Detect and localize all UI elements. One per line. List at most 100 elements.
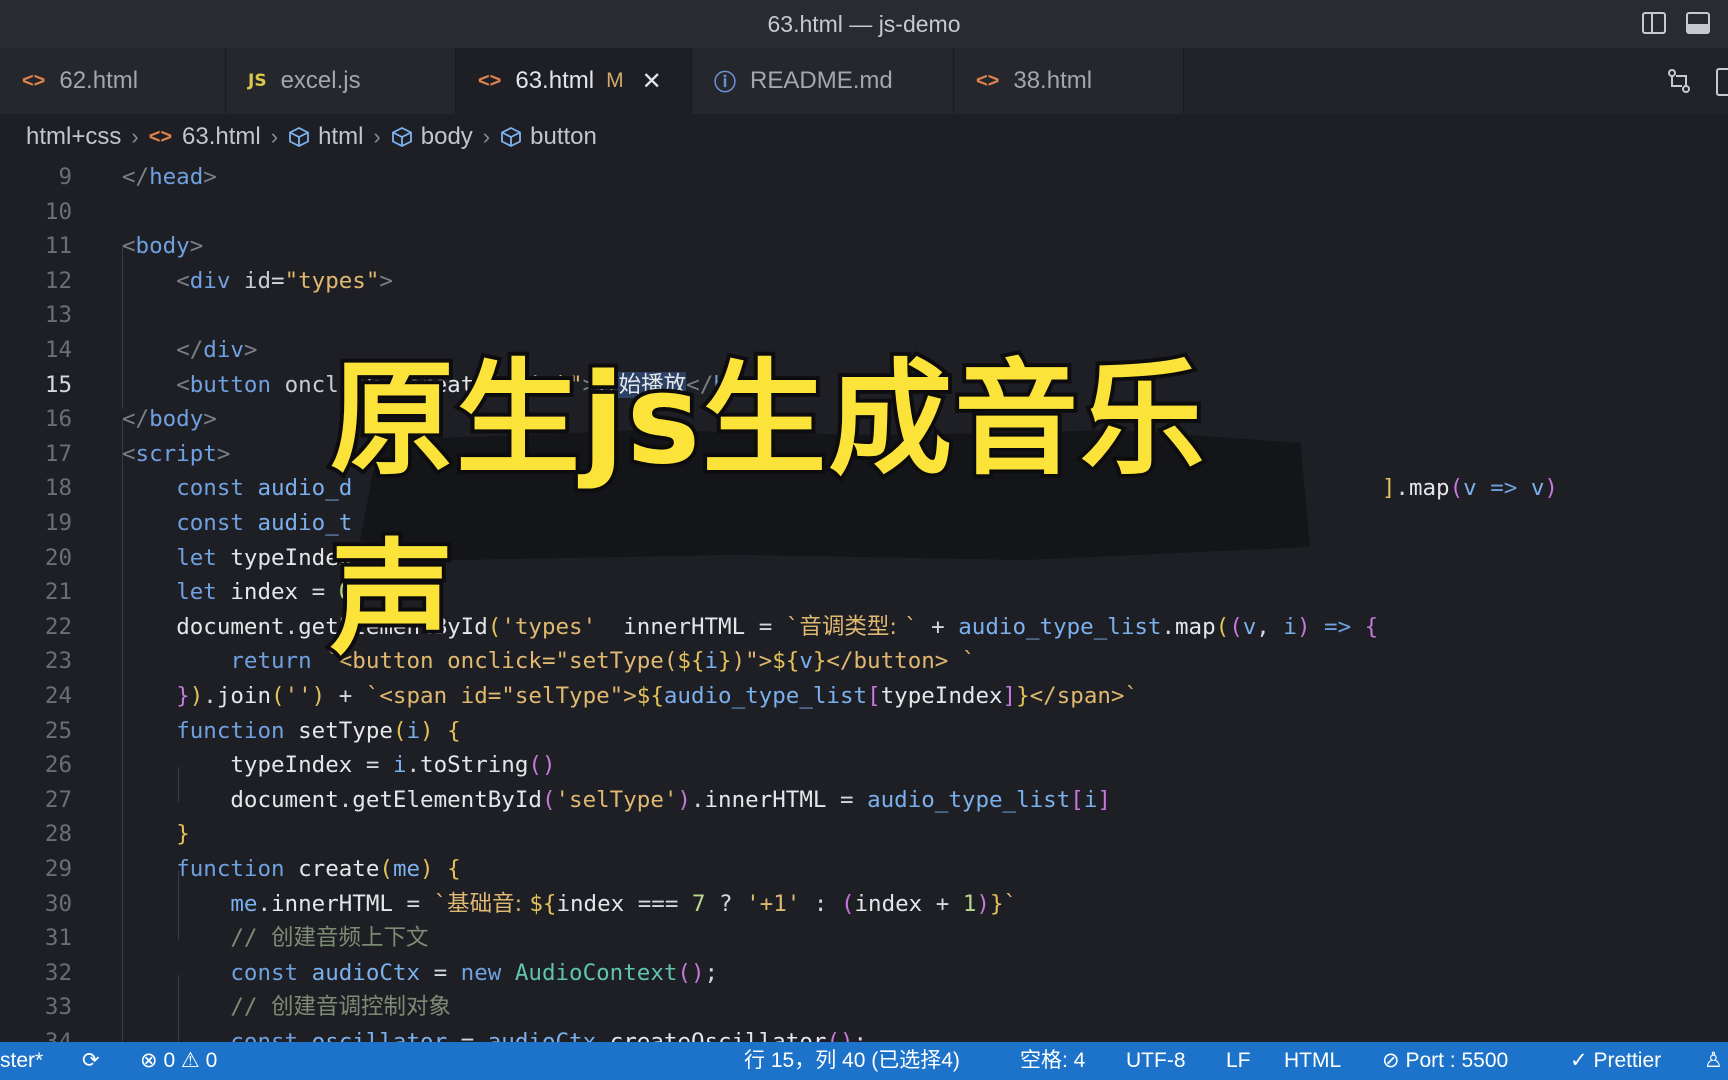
breadcrumb-html-label: html	[318, 123, 364, 150]
code-line: 11 <body>	[0, 229, 1728, 264]
error-count: 0	[163, 1049, 176, 1072]
status-formatter[interactable]: ✓ Prettier	[1570, 1042, 1661, 1080]
code-line: 32 const audioCtx = new AudioContext();	[0, 956, 1728, 991]
code-line: 33 // 创建音调控制对象	[0, 990, 1728, 1025]
code-line: 28 }	[0, 817, 1728, 852]
line-number: 22	[44, 613, 72, 640]
breadcrumb-button[interactable]: button	[500, 123, 597, 151]
line-number: 30	[44, 890, 72, 917]
element-cube-icon	[289, 126, 309, 148]
line-number: 14	[44, 337, 72, 363]
breadcrumb-file[interactable]: <> 63.html	[149, 123, 261, 151]
tab-label: 62.html	[59, 67, 139, 94]
line-number: 25	[44, 717, 72, 744]
code-line: 34 const oscillator = audioCtx.createOsc…	[0, 1025, 1728, 1042]
line-number: 32	[44, 959, 72, 986]
line-number: 21	[44, 579, 72, 606]
check-double-icon: ✓	[1570, 1049, 1588, 1072]
breadcrumb-file-label: 63.html	[182, 123, 261, 150]
status-eol[interactable]: LF	[1226, 1042, 1251, 1080]
status-encoding[interactable]: UTF-8	[1126, 1042, 1186, 1080]
line-number: 28	[44, 821, 72, 848]
breadcrumb-body-label: body	[420, 123, 473, 150]
breadcrumb-button-label: button	[530, 123, 597, 150]
compare-changes-icon[interactable]	[1664, 66, 1694, 101]
line-number: 23	[44, 648, 72, 675]
formatter-label: Prettier	[1593, 1049, 1662, 1072]
chevron-right-icon: ›	[373, 124, 381, 149]
line-number: 24	[44, 683, 72, 709]
split-editor-icon[interactable]	[1716, 68, 1728, 96]
line-number: 13	[44, 302, 72, 329]
info-icon: ⓘ	[714, 70, 737, 95]
element-cube-icon	[501, 126, 522, 148]
toggle-sidebar-icon[interactable]	[1640, 9, 1668, 37]
code-line: 30 me.innerHTML = `基础音: ${index === 7 ? …	[0, 887, 1728, 922]
code-line: 31 // 创建音频上下文	[0, 921, 1728, 956]
code-line: 26 typeIndex = i.toString()	[0, 748, 1728, 783]
html-file-icon: <>	[478, 69, 502, 92]
js-file-icon: JS	[248, 71, 267, 91]
line-number: 9	[58, 164, 72, 190]
banner-text: 原生js生成音乐声	[326, 344, 1208, 676]
port-label: Port : 5500	[1405, 1049, 1509, 1072]
title-bar: 63.html — js-demo	[0, 0, 1728, 48]
sync-icon[interactable]: ⟳	[82, 1042, 100, 1080]
tab-label: README.md	[750, 67, 893, 94]
breadcrumb-folder[interactable]: html+css	[26, 123, 121, 151]
line-number: 10	[44, 198, 72, 225]
status-bar: ster* ⟳ ⊗ 0 ⚠ 0 行 15，列 40 (已选择4) 空格: 4 U…	[0, 1042, 1728, 1080]
status-branch[interactable]: ster*	[0, 1042, 43, 1080]
code-line: 27 document.getElementById('selType').in…	[0, 783, 1728, 818]
line-number: 16	[44, 406, 72, 433]
status-cursor-position[interactable]: 行 15，列 40 (已选择4)	[744, 1042, 960, 1080]
code-line: 29 function create(me) {	[0, 852, 1728, 887]
html-file-icon: <>	[976, 69, 1000, 92]
code-line: 9 </head>	[0, 160, 1728, 195]
line-number: 26	[44, 752, 72, 779]
breadcrumb-html[interactable]: html	[288, 123, 363, 151]
chevron-right-icon: ›	[131, 124, 139, 149]
line-number: 27	[44, 786, 72, 813]
no-entry-icon: ⊘	[1382, 1049, 1400, 1072]
line-number: 12	[44, 267, 72, 294]
code-line: 24 }).join('') + `<span id="selType">${a…	[0, 679, 1728, 714]
tab-excel-js[interactable]: JS excel.js	[226, 48, 456, 114]
code-line: 25 function setType(i) {	[0, 714, 1728, 749]
warning-icon: ⚠	[180, 1049, 200, 1072]
element-cube-icon	[391, 126, 412, 148]
breadcrumb-body[interactable]: body	[391, 123, 473, 151]
breadcrumb: html+css › <> 63.html › html › body › but…	[0, 114, 1728, 160]
line-number: 20	[44, 544, 72, 571]
tab-label: excel.js	[280, 67, 361, 94]
tab-63-html[interactable]: <> 63.html M ✕	[456, 48, 692, 114]
tab-label: 63.html	[515, 67, 595, 94]
line-number: 29	[44, 856, 72, 882]
chevron-right-icon: ›	[270, 124, 279, 149]
line-number: 11	[44, 233, 72, 260]
line-number: 19	[44, 510, 72, 536]
warning-count: 0	[205, 1049, 218, 1072]
line-number: 18	[44, 475, 72, 502]
tab-38-html[interactable]: <> 38.html	[954, 48, 1184, 114]
status-language[interactable]: HTML	[1284, 1042, 1341, 1080]
window-title: 63.html — js-demo	[767, 10, 961, 37]
tab-bar-empty	[1184, 48, 1728, 114]
html-file-icon: <>	[148, 125, 173, 148]
tab-label: 38.html	[1013, 67, 1093, 94]
close-icon[interactable]: ✕	[642, 67, 662, 96]
status-indentation[interactable]: 空格: 4	[1020, 1042, 1085, 1080]
toggle-panel-icon[interactable]	[1684, 9, 1712, 37]
code-line: 12 <div id="types">	[0, 264, 1728, 299]
tab-readme-md[interactable]: ⓘ README.md	[692, 48, 954, 114]
status-port[interactable]: ⊘ Port : 5500	[1382, 1042, 1508, 1080]
line-number: 31	[44, 925, 72, 952]
title-banner: 原生js生成音乐声	[326, 344, 1330, 676]
line-number: 33	[44, 994, 72, 1021]
status-problems[interactable]: ⊗ 0 ⚠ 0	[140, 1042, 217, 1080]
accounts-icon[interactable]: ♙	[1704, 1042, 1723, 1080]
line-number: 34	[44, 1029, 72, 1042]
error-icon: ⊗	[140, 1049, 158, 1072]
tab-62-html[interactable]: <> 62.html	[0, 48, 226, 114]
tab-bar: <> 62.html JS excel.js <> 63.html M ✕ ⓘ …	[0, 48, 1728, 114]
